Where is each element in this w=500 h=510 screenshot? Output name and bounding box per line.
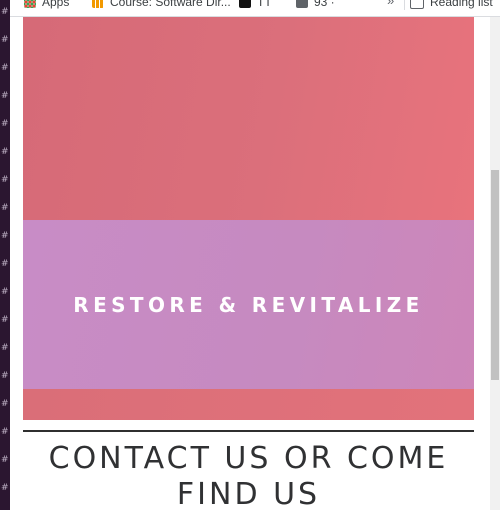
- page-scrollbar[interactable]: [490, 17, 500, 510]
- bookmark-93[interactable]: 93 ·: [296, 0, 335, 10]
- hash-glyph-icon: #: [1, 483, 9, 493]
- hash-glyph-icon: #: [1, 7, 9, 17]
- bar-chart-icon: [92, 0, 104, 8]
- hash-glyph-icon: #: [1, 231, 9, 241]
- hash-glyph-icon: #: [1, 119, 9, 129]
- scrollbar-thumb[interactable]: [491, 170, 499, 380]
- hash-glyph-icon: #: [1, 343, 9, 353]
- bookmark-label: Apps: [42, 0, 70, 9]
- bookmark-apps[interactable]: Apps: [24, 0, 69, 10]
- bookmark-label: Course: Software Dir...: [110, 0, 231, 9]
- contact-heading-line2: FIND US: [176, 477, 321, 510]
- bookmark-label: 93 ·: [314, 0, 335, 9]
- hash-glyph-icon: #: [1, 147, 9, 157]
- hero-image-bottom: [23, 389, 474, 420]
- hash-glyph-icon: #: [1, 371, 9, 381]
- hash-glyph-icon: #: [1, 287, 9, 297]
- hash-glyph-icon: #: [1, 203, 9, 213]
- bookmark-course[interactable]: Course: Software Dir...: [92, 0, 231, 10]
- hash-glyph-icon: #: [1, 399, 9, 409]
- hash-glyph-icon: #: [1, 259, 9, 269]
- contact-heading-line1: CONTACT US OR COME: [48, 441, 449, 476]
- hash-glyph-icon: #: [1, 455, 9, 465]
- imdb-icon: [239, 0, 251, 8]
- hero-image-top: [23, 17, 474, 220]
- reading-list-button[interactable]: Reading list: [410, 0, 493, 10]
- apps-icon: [24, 0, 36, 8]
- hash-glyph-icon: #: [1, 91, 9, 101]
- hash-glyph-icon: #: [1, 175, 9, 185]
- reading-list-icon: [410, 0, 424, 9]
- contact-heading: CONTACT US OR COME FIND US: [23, 441, 474, 510]
- bookmark-tt[interactable]: TT: [239, 0, 272, 10]
- hash-glyph-icon: #: [1, 63, 9, 73]
- hero-banner: RESTORE & REVITALIZE: [23, 220, 474, 389]
- bookmarks-separator: [404, 0, 405, 10]
- bookmarks-bar: Apps Course: Software Dir... TT 93 · » R…: [10, 0, 500, 17]
- hash-glyph-icon: #: [1, 427, 9, 437]
- background-window-strip: # # # # # # # # # # # # # # # # # #: [0, 0, 10, 510]
- hash-glyph-icon: #: [1, 35, 9, 45]
- web-page: RESTORE & REVITALIZE CONTACT US OR COME …: [10, 17, 490, 510]
- section-divider: [23, 430, 474, 432]
- bookmark-label: TT: [257, 0, 272, 9]
- hero-banner-text: RESTORE & REVITALIZE: [73, 292, 424, 317]
- bookmarks-overflow-chevron[interactable]: »: [387, 0, 394, 8]
- reading-list-label: Reading list: [430, 0, 493, 9]
- globe-icon: [296, 0, 308, 8]
- hash-glyph-icon: #: [1, 315, 9, 325]
